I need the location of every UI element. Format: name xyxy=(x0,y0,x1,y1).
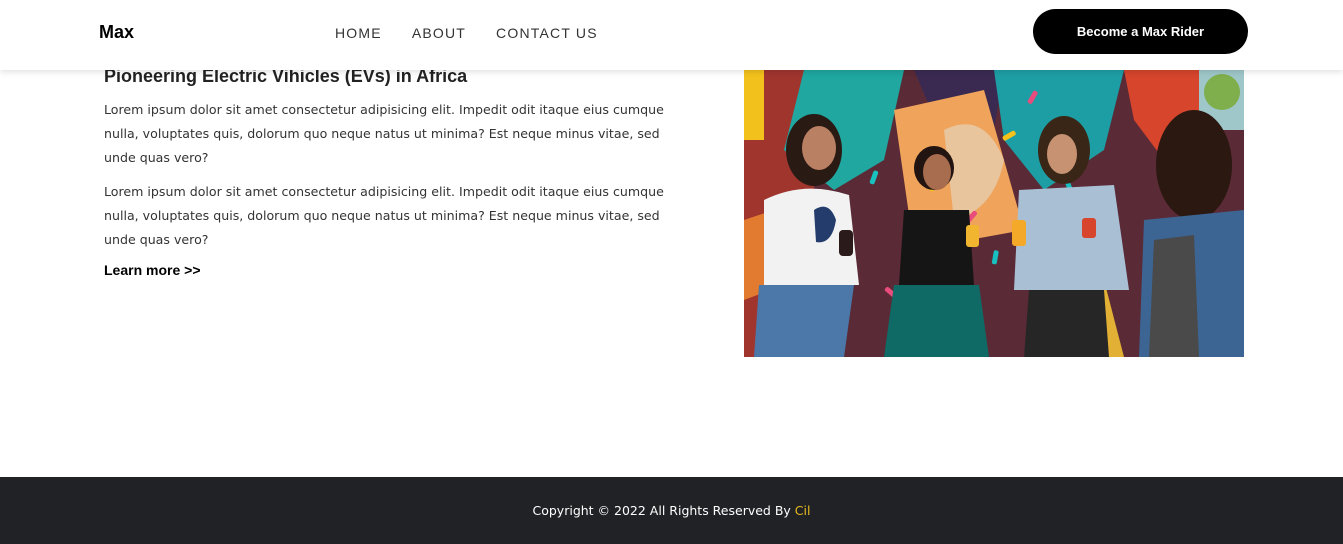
intro-section: Pioneering Electric Vihicles (EVs) in Af… xyxy=(104,66,664,280)
hero-photo xyxy=(744,70,1244,357)
learn-more-link[interactable]: Learn more >> xyxy=(104,262,201,278)
nav-link-about[interactable]: ABOUT xyxy=(412,25,466,41)
nav-link-home[interactable]: HOME xyxy=(335,25,382,41)
intro-paragraph: Lorem ipsum dolor sit amet consectetur a… xyxy=(104,102,664,165)
footer: Copyright © 2022 All Rights Reserved By … xyxy=(0,477,1343,544)
nav-link-contact-us[interactable]: CONTACT US xyxy=(496,25,598,41)
become-rider-button[interactable]: Become a Max Rider xyxy=(1033,9,1248,54)
copyright-label: Copyright © 2022 All Rights Reserved By xyxy=(532,503,791,518)
nav-links: HOME ABOUT CONTACT US xyxy=(335,25,628,41)
intro-paragraph: Lorem ipsum dolor sit amet consectetur a… xyxy=(104,184,664,247)
brand-logo[interactable]: Max xyxy=(99,22,134,43)
navbar: Max HOME ABOUT CONTACT US Become a Max R… xyxy=(0,0,1343,70)
footer-author-link[interactable]: Cil xyxy=(795,503,811,518)
group-of-friends-image xyxy=(744,70,1244,357)
copyright-text: Copyright © 2022 All Rights Reserved By … xyxy=(533,503,811,518)
